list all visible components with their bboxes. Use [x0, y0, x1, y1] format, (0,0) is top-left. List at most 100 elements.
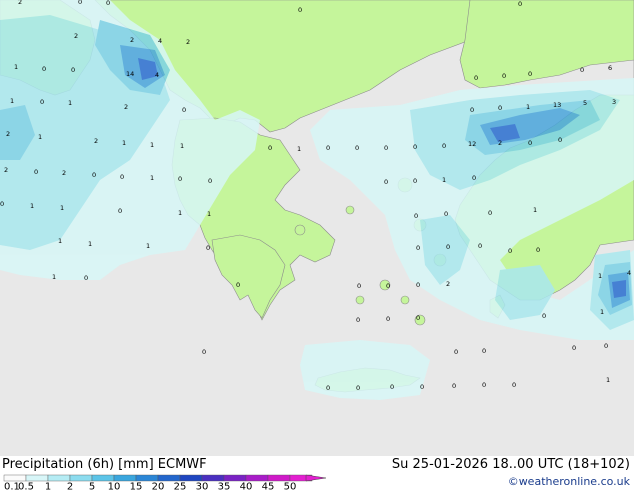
grid-value: 0	[542, 312, 546, 320]
grid-value: 0	[604, 342, 608, 350]
scale-box	[223, 474, 247, 482]
land-island	[294, 224, 306, 236]
scale-label: 45	[262, 482, 275, 490]
scale-label: 2	[67, 482, 73, 490]
grid-value: 0	[416, 281, 420, 289]
grid-value: 0	[482, 381, 486, 389]
grid-value: 0	[572, 344, 576, 352]
grid-value: 0	[508, 247, 512, 255]
precip-pale	[300, 340, 430, 400]
grid-value: 1	[442, 176, 446, 184]
grid-value: 1	[150, 174, 154, 182]
grid-value: 0	[518, 0, 522, 8]
grid-value: 2	[18, 0, 22, 6]
grid-value: 0	[384, 178, 388, 186]
map-title: Precipitation (6h) [mm] ECMWF	[2, 457, 207, 472]
grid-value: 4	[158, 37, 162, 45]
scale-label: 5	[89, 482, 95, 490]
grid-value: 2	[4, 166, 8, 174]
grid-value: 0	[536, 246, 540, 254]
grid-value: 0	[390, 383, 394, 391]
scale-box	[113, 474, 137, 482]
grid-value: 0	[482, 347, 486, 355]
grid-value: 1	[88, 240, 92, 248]
grid-value: 0	[384, 144, 388, 152]
grid-value: 0	[452, 382, 456, 390]
grid-value: 0	[355, 144, 359, 152]
grid-value: 0	[357, 282, 361, 290]
grid-value: 1	[297, 145, 301, 153]
site-credit[interactable]: ©weatheronline.co.uk	[508, 475, 630, 488]
grid-value: 3	[612, 98, 616, 106]
scale-label: 20	[152, 482, 165, 490]
land-island	[400, 295, 410, 305]
grid-value: 0	[120, 173, 124, 181]
grid-value: 2	[130, 36, 134, 44]
grid-value: 4	[627, 269, 631, 277]
grid-value: 0	[182, 106, 186, 114]
grid-value: 0	[474, 74, 478, 82]
grid-value: 0	[413, 143, 417, 151]
color-scale: 0.10.5 1 2 5 10 15 20 25 30 35 40 45 50	[3, 474, 327, 490]
grid-value: 0	[34, 168, 38, 176]
grid-value: 2	[446, 280, 450, 288]
grid-value: 0	[206, 244, 210, 252]
grid-value: 0	[386, 282, 390, 290]
grid-value: 0	[208, 177, 212, 185]
scale-box	[201, 474, 225, 482]
grid-value: 2	[186, 38, 190, 46]
grid-value: 0	[420, 383, 424, 391]
grid-value: 1	[60, 204, 64, 212]
grid-value: 0	[178, 175, 182, 183]
land-island	[345, 205, 355, 215]
map-footer: Precipitation (6h) [mm] ECMWF Su 25-01-2…	[0, 456, 634, 490]
grid-value: 0	[454, 348, 458, 356]
grid-value: 2	[124, 103, 128, 111]
grid-value: 2	[62, 169, 66, 177]
grid-value: 0	[414, 212, 418, 220]
grid-value: 0	[84, 274, 88, 282]
scale-label: 1	[45, 482, 51, 490]
grid-value: 1	[14, 63, 18, 71]
scale-box	[157, 474, 181, 482]
grid-value: 0	[106, 0, 110, 7]
grid-value: 0	[488, 209, 492, 217]
precip-deep	[612, 280, 626, 298]
scale-label: 35	[218, 482, 231, 490]
scale-box	[267, 474, 291, 482]
grid-value: 0	[42, 65, 46, 73]
grid-value: 12	[468, 140, 476, 148]
grid-value: 0	[442, 142, 446, 150]
scale-box	[91, 474, 115, 482]
grid-value: 0	[413, 177, 417, 185]
grid-value: 0	[580, 66, 584, 74]
grid-value: 0	[528, 70, 532, 78]
scale-box	[3, 474, 27, 482]
grid-value: 1	[150, 141, 154, 149]
grid-value: 0	[356, 384, 360, 392]
grid-value: 1	[600, 308, 604, 316]
valid-time: Su 25-01-2026 18..00 UTC (18+102)	[391, 457, 630, 472]
land-island	[355, 295, 365, 305]
grid-value: 6	[608, 64, 612, 72]
grid-value: 14	[126, 70, 134, 78]
scale-label: 25	[174, 482, 187, 490]
grid-value: 1	[207, 210, 211, 218]
grid-value: 1	[606, 376, 610, 384]
grid-value: 0	[498, 104, 502, 112]
grid-value: 1	[10, 97, 14, 105]
grid-value: 1	[178, 209, 182, 217]
grid-value: 2	[6, 130, 10, 138]
grid-value: 0	[472, 174, 476, 182]
grid-value: 1	[533, 206, 537, 214]
grid-value: 0	[446, 243, 450, 251]
grid-value: 0	[78, 0, 82, 6]
grid-value: 0	[40, 98, 44, 106]
grid-value: 1	[68, 99, 72, 107]
scale-box	[135, 474, 159, 482]
grid-value: 0	[326, 384, 330, 392]
scale-box	[25, 474, 49, 482]
grid-value: 2	[74, 32, 78, 40]
scale-box	[69, 474, 93, 482]
grid-value: 13	[553, 101, 561, 109]
